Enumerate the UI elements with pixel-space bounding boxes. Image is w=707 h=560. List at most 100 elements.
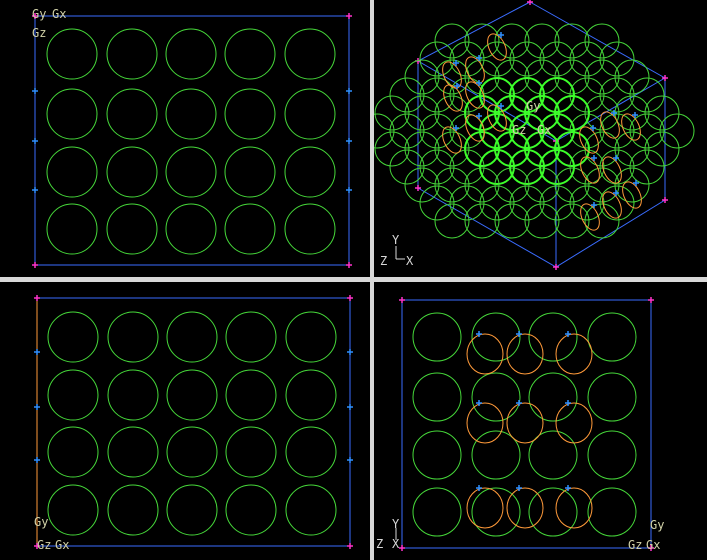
cylinder-outline <box>106 146 158 198</box>
cylinder-outline <box>614 95 650 131</box>
cylinder-outline <box>471 372 521 422</box>
cylinder-outline <box>587 372 637 422</box>
four-viewport-workspace: Gy Gx Gz Gy Gz Gx Y Z X Gy Gz Gx Gy Gz Gx Y Z X <box>0 0 707 560</box>
gizmo-label-gy: Gy <box>526 99 540 113</box>
cylinder-outline <box>106 28 158 80</box>
gizmo-label-gy: Gy <box>34 515 48 529</box>
cylinder-outline <box>614 167 650 203</box>
axis-triad-x-label: X <box>406 254 414 268</box>
cylinder-outline <box>374 95 410 131</box>
cylinder-outline <box>404 95 440 131</box>
cylinder-outline <box>284 88 336 140</box>
cylinder-outline <box>524 203 560 239</box>
cylinder-outline <box>225 426 277 478</box>
cylinder-outline <box>434 23 470 59</box>
gizmo-label-gz: Gz <box>37 538 51 552</box>
viewport-front-canvas[interactable]: Gy Gx Gz <box>0 0 370 277</box>
cylinder-outline <box>47 426 99 478</box>
cylinder-outline <box>419 41 455 77</box>
cylinder-outline <box>285 369 337 421</box>
cylinder-outline <box>47 484 99 536</box>
cylinder-outline <box>587 312 637 362</box>
cylinder-outline <box>46 203 98 255</box>
cylinder-outline <box>629 149 665 185</box>
viewport-isometric[interactable]: Gy Gz Gx Y Z X <box>374 0 707 277</box>
cylinder-outline <box>479 185 515 221</box>
cylinder-outline <box>539 185 575 221</box>
cylinder-outline <box>412 312 462 362</box>
axis-triad-y-label: Y <box>392 233 400 247</box>
axis-triad-z-label: Z <box>380 254 387 268</box>
cylinder-outline <box>412 487 462 537</box>
cylinder-outline <box>569 41 605 77</box>
cylinder-outline <box>46 28 98 80</box>
cylinder-end-ellipse <box>506 487 544 529</box>
cylinder-outline <box>614 59 650 95</box>
cylinder-outline <box>165 88 217 140</box>
cylinder-end-ellipse <box>466 402 504 444</box>
cylinder-outline <box>494 23 530 59</box>
viewport-side[interactable]: Gy Gz Gx <box>0 282 370 560</box>
cylinder-outline <box>464 203 500 239</box>
cylinder-outline <box>509 41 545 77</box>
cylinder-outline <box>554 23 590 59</box>
cylinder-outline <box>509 185 545 221</box>
axis-triad-y-label: Y <box>392 517 400 531</box>
cylinder-outline <box>166 311 218 363</box>
viewport-front[interactable]: Gy Gx Gz <box>0 0 370 277</box>
cylinder-outline <box>434 131 470 167</box>
cylinder-end-ellipse <box>466 333 504 375</box>
cylinder-outline <box>389 113 425 149</box>
cylinder-outline <box>471 487 521 537</box>
viewport-isometric-canvas[interactable]: GyGz Gx YZ X <box>374 0 707 277</box>
cylinder-outline <box>374 113 395 149</box>
cylinder-outline <box>528 487 578 537</box>
gizmo-label-gx: Gx <box>537 123 551 137</box>
gizmo-label-gx: Gx <box>55 538 69 552</box>
cylinder-outline <box>644 131 680 167</box>
cylinder-outline <box>404 59 440 95</box>
cylinder-outline <box>599 113 635 149</box>
cylinder-end-ellipse <box>580 203 600 231</box>
cylinder-outline <box>419 113 455 149</box>
viewport-divider-horizontal[interactable] <box>0 277 707 282</box>
cylinder-outline <box>599 77 635 113</box>
cylinder-outline <box>224 146 276 198</box>
cylinder-outline <box>434 167 470 203</box>
cylinder-end-ellipse <box>487 33 507 61</box>
cylinder-outline <box>224 203 276 255</box>
cylinder-outline <box>285 311 337 363</box>
gizmo-label-gz: Gz <box>32 26 46 40</box>
cylinder-outline <box>584 59 620 95</box>
cylinder-outline <box>412 372 462 422</box>
cylinder-outline <box>434 59 470 95</box>
cylinder-outline <box>107 426 159 478</box>
cylinder-end-ellipse <box>506 402 544 444</box>
bounding-box <box>401 299 652 549</box>
cylinder-outline <box>166 484 218 536</box>
cylinder-outline <box>165 203 217 255</box>
cylinder-outline <box>449 185 485 221</box>
cylinder-outline <box>528 372 578 422</box>
cylinder-outline <box>106 203 158 255</box>
cylinder-end-ellipse <box>555 487 593 529</box>
cylinder-outline <box>224 88 276 140</box>
viewport-top-canvas[interactable]: Gy Gz Gx YZ X <box>374 282 707 560</box>
cylinder-outline <box>46 146 98 198</box>
cylinder-outline <box>528 312 578 362</box>
cylinder-end-ellipse <box>602 156 622 184</box>
cylinder-outline <box>165 146 217 198</box>
cylinder-outline <box>225 369 277 421</box>
viewport-top[interactable]: Gy Gz Gx Y Z X <box>374 282 707 560</box>
cylinder-outline <box>285 426 337 478</box>
cylinder-outline <box>166 369 218 421</box>
viewport-side-canvas[interactable]: Gy Gz Gx <box>0 282 370 560</box>
cylinder-outline <box>106 88 158 140</box>
cylinder-outline <box>165 28 217 80</box>
cylinder-outline <box>419 149 455 185</box>
cylinder-outline <box>47 369 99 421</box>
cylinder-outline <box>434 95 470 131</box>
cylinder-outline <box>404 167 440 203</box>
axis-triad-x-label: X <box>392 537 400 551</box>
cylinder-outline <box>284 203 336 255</box>
